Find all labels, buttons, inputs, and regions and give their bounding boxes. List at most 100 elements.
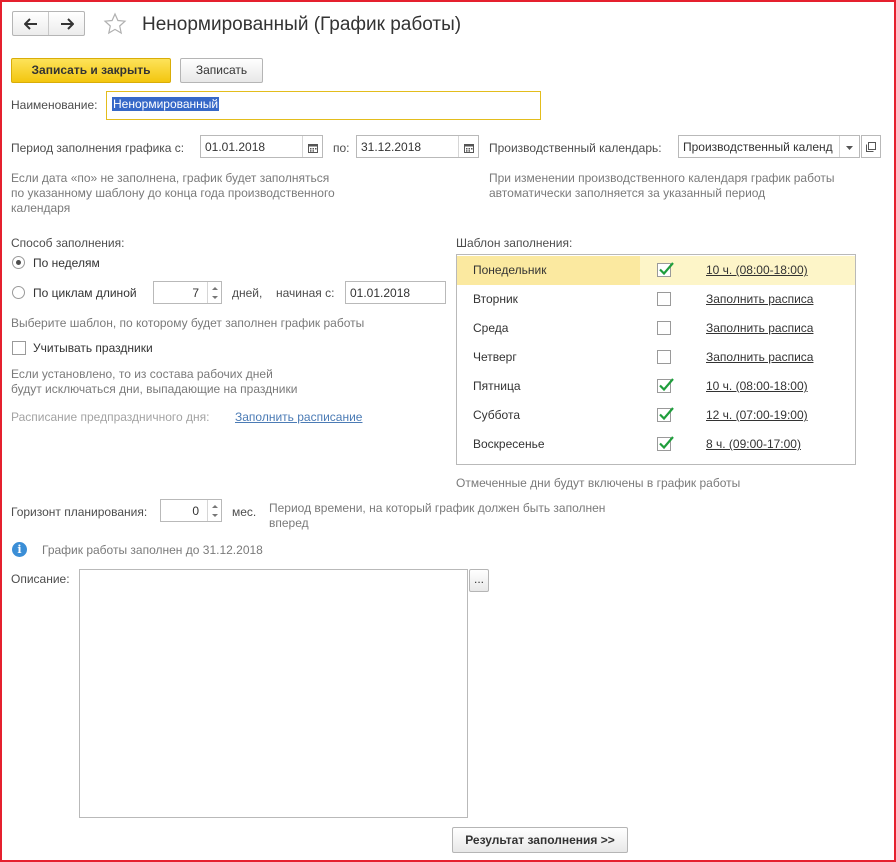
- period-to-label: по:: [333, 141, 350, 155]
- start-date-input[interactable]: 01.01.2018: [345, 281, 446, 304]
- cycle-length-input[interactable]: 7: [153, 281, 222, 304]
- template-day-row[interactable]: Четверг Заполнить расписа: [457, 343, 855, 372]
- calendar-icon: [307, 143, 318, 153]
- period-from-label: Период заполнения графика с:: [11, 141, 185, 155]
- calendar-input[interactable]: Производственный календ: [678, 135, 860, 158]
- template-day-cell: Среда: [457, 314, 640, 343]
- arrow-right-icon: [61, 17, 74, 30]
- horizon-unit: мес.: [232, 505, 257, 519]
- name-input[interactable]: Ненормированный: [106, 91, 541, 120]
- window-title: Ненормированный (График работы): [142, 14, 462, 35]
- template-day-cell: Воскресенье: [457, 430, 640, 459]
- template-day-row[interactable]: Суббота 12 ч. (07:00-19:00): [457, 401, 855, 430]
- save-button[interactable]: Записать: [180, 58, 263, 83]
- horizon-hint: Период времени, на который график должен…: [269, 501, 606, 530]
- template-day-schedule-link[interactable]: Заполнить расписа: [706, 321, 813, 335]
- template-day-name: Четверг: [473, 350, 517, 364]
- holidays-checkbox[interactable]: [12, 341, 26, 355]
- template-day-row[interactable]: Вторник Заполнить расписа: [457, 285, 855, 314]
- by-cycles-radio[interactable]: [12, 286, 25, 299]
- calendar-open-button[interactable]: [861, 135, 881, 158]
- template-day-row[interactable]: Пятница 10 ч. (08:00-18:00): [457, 372, 855, 401]
- template-day-row[interactable]: Среда Заполнить расписа: [457, 314, 855, 343]
- template-day-checkbox[interactable]: [657, 436, 674, 451]
- template-hint-bottom: Отмеченные дни будут включены в график р…: [456, 476, 741, 490]
- holidays-hint: Если установлено, то из состава рабочих …: [11, 367, 298, 396]
- check-icon: [659, 436, 674, 450]
- template-day-checkbox[interactable]: [657, 350, 671, 364]
- start-label: начиная с:: [276, 286, 335, 300]
- horizon-spinner[interactable]: [207, 500, 221, 521]
- template-day-checkbox[interactable]: [657, 262, 674, 277]
- period-from-calendar-button[interactable]: [302, 136, 322, 157]
- period-from-value: 01.01.2018: [205, 140, 266, 154]
- template-day-schedule-link[interactable]: Заполнить расписа: [706, 292, 813, 306]
- template-days: Понедельник 10 ч. (08:00-18:00) Вторник Зап…: [457, 256, 855, 459]
- calendar-label: Производственный календарь:: [489, 141, 662, 155]
- favorite-star-button[interactable]: [103, 12, 127, 36]
- start-date-value: 01.01.2018: [350, 286, 411, 300]
- back-button[interactable]: [13, 12, 49, 35]
- horizon-value: 0: [192, 504, 199, 518]
- by-cycles-label[interactable]: По циклам длиной: [33, 286, 137, 300]
- save-and-close-button[interactable]: Записать и закрыть: [11, 58, 171, 83]
- description-label: Описание:: [11, 572, 70, 586]
- check-icon: [659, 262, 674, 276]
- arrow-left-icon: [23, 17, 37, 30]
- template-day-cell: Пятница: [457, 372, 640, 401]
- pre-holiday-schedule-link[interactable]: Заполнить расписание: [235, 410, 362, 424]
- template-day-schedule-link[interactable]: 8 ч. (09:00-17:00): [706, 437, 801, 451]
- template-day-name: Среда: [473, 321, 509, 335]
- template-label: Шаблон заполнения:: [456, 236, 573, 250]
- template-day-schedule-link[interactable]: 12 ч. (07:00-19:00): [706, 408, 808, 422]
- period-hint: Если дата «по» не заполнена, график буде…: [11, 171, 335, 215]
- fill-method-label: Способ заполнения:: [11, 236, 125, 250]
- template-day-name: Суббота: [473, 408, 520, 422]
- template-day-checkbox[interactable]: [657, 292, 671, 306]
- template-day-checkbox[interactable]: [657, 321, 671, 335]
- template-day-name: Воскресенье: [473, 437, 545, 451]
- calendar-dropdown-button[interactable]: [839, 136, 859, 157]
- calendar-value: Производственный календ: [683, 140, 833, 154]
- nav-group: [12, 11, 85, 36]
- period-from-input[interactable]: 01.01.2018: [200, 135, 323, 158]
- horizon-label: Горизонт планирования:: [11, 505, 148, 519]
- period-to-value: 31.12.2018: [361, 140, 422, 154]
- period-to-input[interactable]: 31.12.2018: [356, 135, 479, 158]
- template-table: Понедельник 10 ч. (08:00-18:00) Вторник Зап…: [456, 254, 856, 465]
- by-weeks-radio[interactable]: [12, 256, 25, 269]
- template-day-schedule-link[interactable]: 10 ч. (08:00-18:00): [706, 379, 808, 393]
- description-textarea[interactable]: [79, 569, 468, 818]
- holidays-label[interactable]: Учитывать праздники: [33, 341, 153, 355]
- fill-result-button[interactable]: Результат заполнения >>: [452, 827, 628, 853]
- days-label: дней,: [232, 286, 263, 300]
- template-day-name: Пятница: [473, 379, 521, 393]
- chevron-down-icon: [846, 145, 853, 150]
- calendar-hint: При изменении производственного календар…: [489, 171, 835, 200]
- template-day-cell: Четверг: [457, 343, 640, 372]
- template-day-cell: Понедельник: [457, 256, 640, 285]
- info-icon: i: [12, 542, 27, 557]
- template-day-schedule-link[interactable]: 10 ч. (08:00-18:00): [706, 263, 808, 277]
- by-weeks-label[interactable]: По неделям: [33, 256, 100, 270]
- star-icon: [103, 12, 127, 35]
- template-day-schedule-link[interactable]: Заполнить расписа: [706, 350, 813, 364]
- template-day-name: Вторник: [473, 292, 518, 306]
- template-day-checkbox[interactable]: [657, 378, 674, 393]
- description-more-button[interactable]: ...: [469, 569, 489, 592]
- pre-holiday-label: Расписание предпраздничного дня:: [11, 410, 210, 424]
- template-day-row[interactable]: Воскресенье 8 ч. (09:00-17:00): [457, 430, 855, 459]
- info-text: График работы заполнен до 31.12.2018: [42, 543, 263, 557]
- template-hint: Выберите шаблон, по которому будет запол…: [11, 316, 365, 330]
- horizon-input[interactable]: 0: [160, 499, 222, 522]
- forward-button[interactable]: [49, 12, 85, 35]
- check-icon: [659, 378, 674, 392]
- calendar-icon: [463, 143, 474, 153]
- check-icon: [659, 407, 674, 421]
- period-to-calendar-button[interactable]: [458, 136, 478, 157]
- cycle-length-spinner[interactable]: [207, 282, 221, 303]
- template-day-name: Понедельник: [473, 263, 547, 277]
- template-day-cell: Суббота: [457, 401, 640, 430]
- template-day-checkbox[interactable]: [657, 407, 674, 422]
- template-day-row[interactable]: Понедельник 10 ч. (08:00-18:00): [457, 256, 855, 285]
